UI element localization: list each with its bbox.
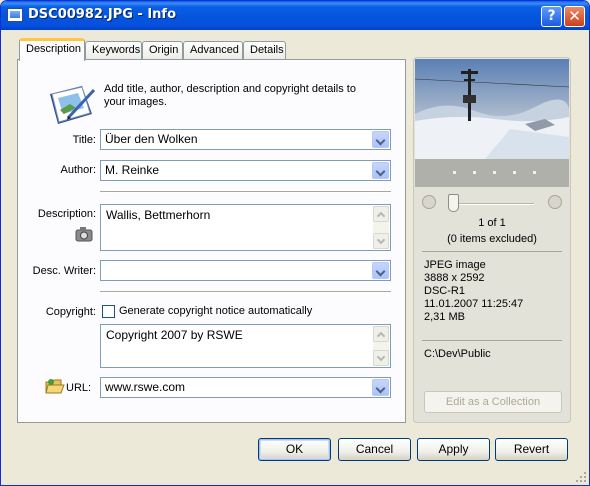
dropdown-arrow-icon[interactable] (372, 131, 389, 148)
file-size: 2,31 MB (424, 311, 465, 323)
resize-grip-icon[interactable] (575, 471, 587, 483)
last-icon[interactable] (548, 195, 562, 209)
copyright-value: Copyright 2007 by RSWE (106, 328, 243, 342)
description-field[interactable]: Wallis, Bettmerhorn (100, 204, 391, 251)
preview-panel: 1 of 1 (0 items excluded) JPEG image 388… (413, 57, 571, 423)
intro-text: Add title, author, description and copyr… (104, 83, 356, 108)
photo-preview[interactable] (415, 59, 569, 159)
camera-model: DSC-R1 (424, 285, 465, 297)
description-scrollbar[interactable] (373, 206, 389, 249)
desc-writer-field[interactable] (100, 260, 391, 281)
scroll-down-icon[interactable] (373, 350, 389, 366)
separator (422, 251, 562, 252)
desc-writer-label: Desc. Writer: (32, 265, 96, 277)
apply-button[interactable]: Apply (417, 438, 490, 461)
scroll-up-icon[interactable] (373, 206, 389, 222)
cancel-button[interactable]: Cancel (338, 438, 411, 461)
image-slider[interactable] (448, 203, 534, 205)
help-icon[interactable]: ? (541, 6, 562, 27)
title-bar[interactable]: DSC00982.JPG - Info ? ✕ (1, 1, 589, 30)
window-title: DSC00982.JPG - Info (28, 7, 177, 22)
copyright-scrollbar[interactable] (373, 326, 389, 366)
folder-icon[interactable] (45, 378, 65, 395)
file-type: JPEG image (424, 259, 486, 271)
dropdown-arrow-icon[interactable] (372, 379, 389, 396)
image-dimensions: 3888 x 2592 (424, 272, 485, 284)
title-field[interactable]: Über den Wolken (100, 129, 391, 150)
excluded-count: (0 items excluded) (447, 233, 537, 245)
copyright-auto-checkbox[interactable] (102, 305, 115, 318)
tab-advanced[interactable]: Advanced (183, 41, 243, 60)
dropdown-arrow-icon[interactable] (372, 162, 389, 179)
url-label: URL: (66, 382, 92, 394)
url-field[interactable]: www.rswe.com (100, 377, 391, 398)
ok-button[interactable]: OK (258, 438, 331, 461)
tab-keywords[interactable]: Keywords (85, 41, 142, 60)
edit-as-collection-button[interactable]: Edit as a Collection (424, 391, 562, 413)
title-label: Title: (72, 134, 96, 146)
file-path: C:\Dev\Public (424, 348, 491, 360)
author-field[interactable]: M. Reinke (100, 160, 391, 181)
description-tab-page: Add title, author, description and copyr… (17, 59, 406, 423)
separator (100, 291, 391, 293)
description-value: Wallis, Bettmerhorn (106, 208, 211, 222)
copyright-field[interactable]: Copyright 2007 by RSWE (100, 324, 391, 368)
dropdown-arrow-icon[interactable] (372, 262, 389, 279)
scroll-up-icon[interactable] (373, 326, 389, 342)
info-dialog: DSC00982.JPG - Info ? ✕ Description Keyw… (0, 0, 590, 486)
copyright-auto-label[interactable]: Generate copyright notice automatically (119, 305, 312, 317)
camera-icon[interactable] (75, 226, 93, 242)
separator (422, 340, 562, 341)
url-value: www.rswe.com (105, 380, 186, 394)
author-label: Author: (60, 164, 96, 176)
description-label: Description: (37, 208, 96, 220)
image-counter: 1 of 1 (478, 217, 506, 229)
tab-details[interactable]: Details (243, 41, 286, 60)
separator (100, 191, 391, 193)
title-value: Über den Wolken (105, 132, 198, 146)
close-icon[interactable]: ✕ (564, 6, 585, 27)
tab-origin[interactable]: Origin (142, 41, 183, 60)
notebook-icon (50, 86, 96, 124)
author-value: M. Reinke (105, 163, 160, 177)
slider-thumb[interactable] (448, 194, 459, 212)
first-icon[interactable] (422, 195, 436, 209)
app-icon (7, 8, 23, 22)
filmstrip[interactable] (415, 159, 569, 187)
tab-description[interactable]: Description (19, 38, 85, 61)
revert-button[interactable]: Revert (495, 438, 568, 461)
copyright-label: Copyright: (45, 306, 96, 318)
scroll-down-icon[interactable] (373, 233, 389, 249)
date-taken: 11.01.2007 11:25:47 (424, 298, 524, 310)
